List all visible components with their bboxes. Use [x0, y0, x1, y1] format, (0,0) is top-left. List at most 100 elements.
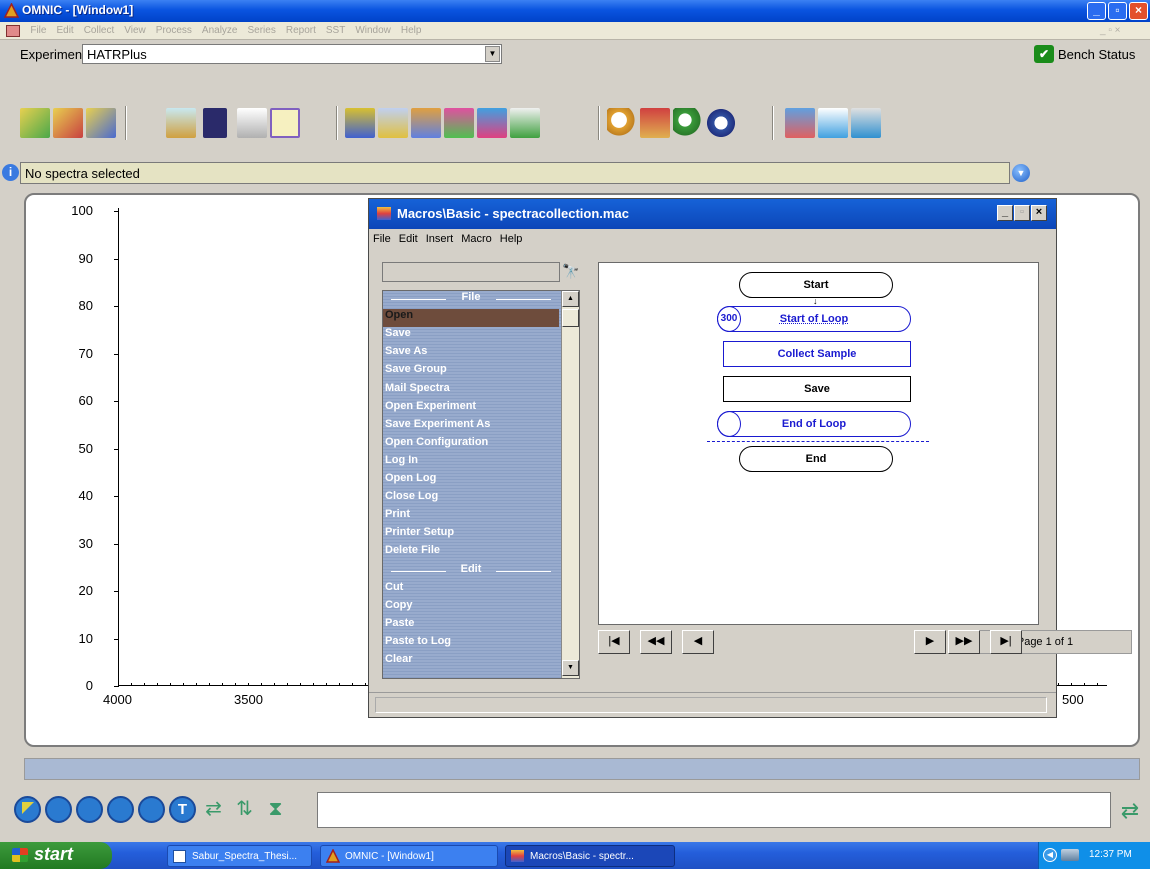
app-menu-icon[interactable] — [6, 25, 20, 37]
previous-page-icon[interactable]: ◀ — [682, 630, 714, 654]
start-button[interactable]: start — [0, 842, 112, 869]
macro-menu-help[interactable]: Help — [496, 230, 527, 248]
clock[interactable]: 12:37 PM — [1089, 849, 1132, 860]
back-arrow-icon[interactable]: ◀ — [1043, 848, 1057, 862]
macro-menu-macro[interactable]: Macro — [457, 230, 496, 248]
list-item[interactable]: Log In — [385, 454, 418, 472]
command-arrows-icon[interactable]: ⇄ — [1116, 796, 1144, 826]
network-icon[interactable] — [1061, 849, 1079, 861]
list-scrollbar[interactable]: ▲ ▼ — [561, 291, 579, 678]
flow-start-loop[interactable]: Start of Loop — [717, 306, 911, 332]
spectra-selection-bar[interactable]: No spectra selected — [20, 162, 1010, 184]
hourglass-icon[interactable]: ⧗ — [262, 796, 289, 823]
peak-height-tool-icon[interactable] — [76, 796, 103, 823]
baseline-icon[interactable] — [378, 108, 408, 138]
macro-menu-insert[interactable]: Insert — [422, 230, 458, 248]
menu-item-collect[interactable]: Collect — [79, 22, 120, 36]
list-item[interactable]: Cut — [385, 581, 403, 599]
menu-item-help[interactable]: Help — [396, 22, 427, 36]
scroll-down-icon[interactable]: ▼ — [562, 660, 579, 676]
macro-minimize-button[interactable]: _ — [997, 205, 1013, 221]
flow-save[interactable]: Save — [723, 376, 911, 402]
macro-menu-edit[interactable]: Edit — [395, 230, 422, 248]
rewind-icon[interactable]: ◀◀ — [640, 630, 672, 654]
search-icon[interactable] — [607, 108, 637, 138]
fast-forward-icon[interactable]: ▶▶ — [948, 630, 980, 654]
macro-menu-file[interactable]: File — [369, 230, 395, 248]
collect-sample-icon[interactable] — [20, 108, 50, 138]
list-item[interactable]: Save Experiment As — [385, 418, 490, 436]
library-search-icon[interactable] — [673, 108, 703, 138]
collect-background-icon[interactable] — [53, 108, 83, 138]
list-item[interactable]: Mail Spectra — [385, 382, 450, 400]
last-page-icon[interactable]: ▶| — [990, 630, 1022, 654]
chevron-down-icon[interactable]: ▼ — [485, 46, 500, 62]
command-input[interactable] — [317, 792, 1111, 828]
quick-compare-icon[interactable] — [640, 108, 670, 138]
menu-item-series[interactable]: Series — [242, 22, 280, 36]
binoculars-icon[interactable]: 🔭 — [562, 263, 579, 279]
scroll-thumb[interactable] — [562, 309, 579, 327]
save-icon[interactable] — [203, 108, 227, 138]
menu-item-analyze[interactable]: Analyze — [197, 22, 243, 36]
flow-end[interactable]: End — [739, 446, 893, 472]
vertical-expand-icon[interactable]: ⇅ — [231, 796, 258, 823]
list-item[interactable]: Paste to Log — [385, 635, 451, 653]
template-icon[interactable] — [818, 108, 848, 138]
region-tool-icon[interactable] — [45, 796, 72, 823]
taskbar-item[interactable]: OMNIC - [Window1] — [320, 845, 498, 867]
list-item[interactable]: Open Experiment — [385, 400, 476, 418]
library-icon[interactable] — [706, 108, 736, 138]
menu-item-file[interactable]: File — [25, 22, 51, 36]
list-item[interactable]: Copy — [385, 599, 413, 617]
bench-status-icon[interactable]: ✔ — [1034, 45, 1054, 63]
annotation-tool-icon[interactable]: T — [169, 796, 196, 823]
list-item[interactable]: Save Group — [385, 363, 447, 381]
menu-item-report[interactable]: Report — [281, 22, 321, 36]
menu-item-window[interactable]: Window — [350, 22, 396, 36]
menu-item-sst[interactable]: SST — [321, 22, 350, 36]
peak-icon[interactable] — [411, 108, 441, 138]
taskbar-item-active[interactable]: Macros\Basic - spectr... — [505, 845, 675, 867]
find-peaks-icon[interactable] — [510, 108, 540, 138]
list-item[interactable]: Close Log — [385, 490, 438, 508]
macro-close-button[interactable]: × — [1031, 205, 1047, 221]
close-button[interactable]: × — [1129, 2, 1148, 20]
bench-status-label[interactable]: Bench Status — [1058, 47, 1135, 62]
next-page-icon[interactable]: ▶ — [914, 630, 946, 654]
list-item[interactable]: Print — [385, 508, 410, 526]
list-item[interactable]: Open Configuration — [385, 436, 488, 454]
corrected-area-tool-icon[interactable] — [138, 796, 165, 823]
macro-maximize-button[interactable]: ▫ — [1014, 205, 1030, 221]
list-item[interactable]: Printer Setup — [385, 526, 454, 544]
macro-window[interactable]: Macros\Basic - spectracollection.mac _ ▫… — [368, 198, 1132, 718]
list-item[interactable]: Open Log — [385, 472, 436, 490]
scroll-up-icon[interactable]: ▲ — [562, 291, 579, 307]
list-item[interactable]: Save As — [385, 345, 427, 363]
flow-start[interactable]: Start — [739, 272, 893, 298]
collect-series-icon[interactable] — [86, 108, 116, 138]
subtract-icon[interactable] — [444, 108, 474, 138]
experiment-select[interactable]: HATRPlus ▼ — [82, 44, 502, 64]
list-item[interactable]: Delete File — [385, 544, 440, 562]
menu-item-process[interactable]: Process — [151, 22, 197, 36]
mail-icon[interactable] — [270, 108, 300, 138]
display-limits-icon[interactable] — [345, 108, 375, 138]
first-page-icon[interactable]: |◀ — [598, 630, 630, 654]
selection-tool-icon[interactable] — [14, 796, 41, 823]
print-icon[interactable] — [237, 108, 267, 138]
menu-item-view[interactable]: View — [119, 22, 151, 36]
menu-item-edit[interactable]: Edit — [51, 22, 78, 36]
flow-end-loop[interactable]: End of Loop — [717, 411, 911, 437]
macro-title-bar[interactable]: Macros\Basic - spectracollection.mac _ ▫… — [369, 199, 1056, 229]
taskbar-item[interactable]: Sabur_Spectra_Thesi... — [167, 845, 312, 867]
restore-button[interactable]: ▫ — [1108, 2, 1127, 20]
command-search-field[interactable] — [382, 262, 560, 282]
list-item-selected[interactable]: Open — [383, 309, 559, 328]
notebook-icon[interactable] — [851, 108, 881, 138]
list-item[interactable]: Clear — [385, 653, 413, 671]
mdi-controls[interactable]: _ ▫ × — [1100, 25, 1121, 36]
chevron-down-icon[interactable]: ▼ — [1012, 164, 1030, 182]
flow-collect-sample[interactable]: Collect Sample — [723, 341, 911, 367]
list-item[interactable]: Paste — [385, 617, 414, 635]
